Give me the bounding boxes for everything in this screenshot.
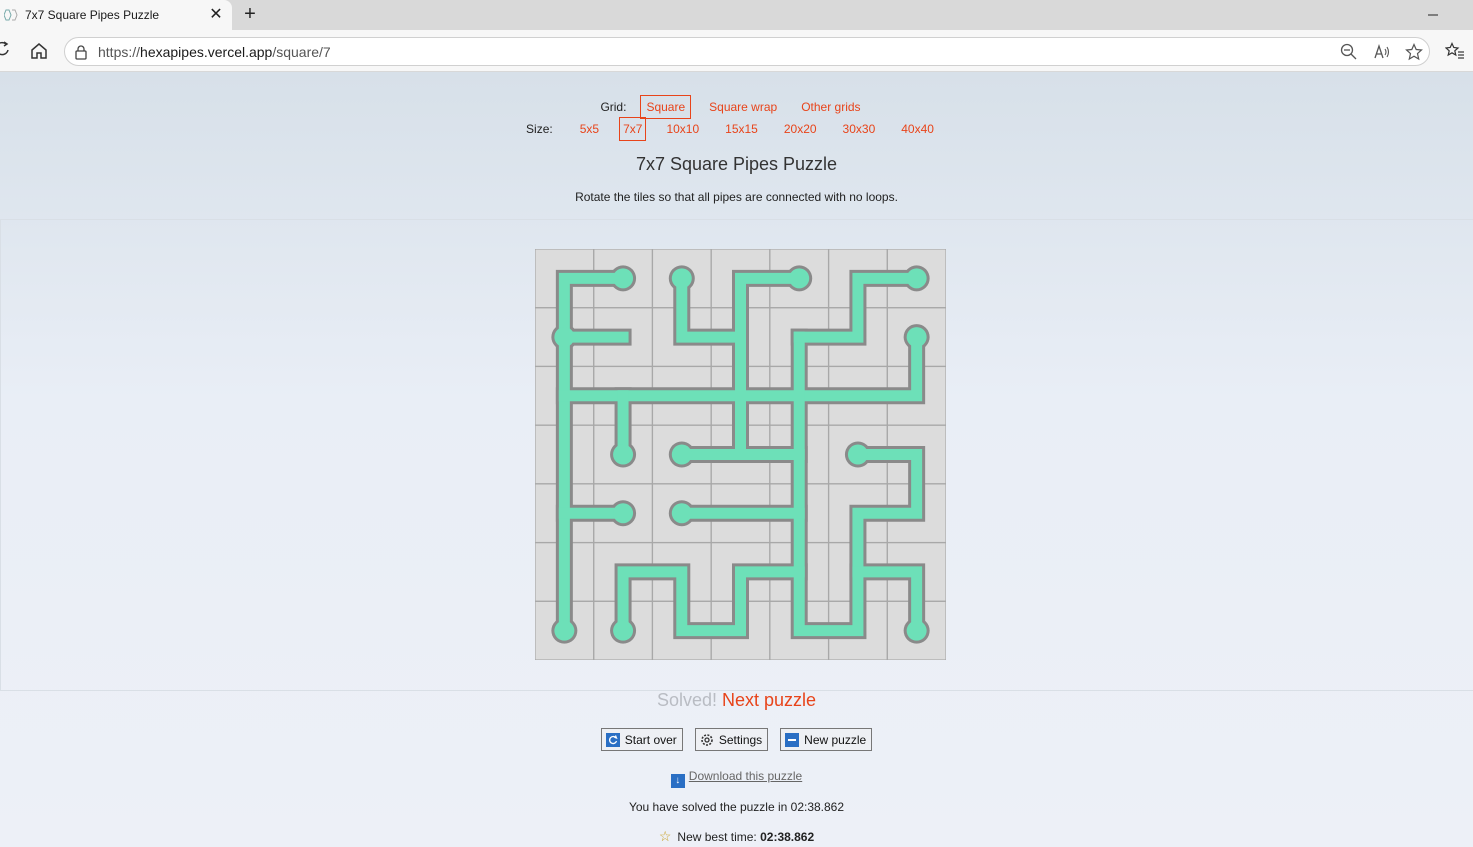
hexagon-favicon-icon — [4, 8, 18, 22]
grid-label: Grid: — [600, 100, 627, 114]
size-label: Size: — [526, 122, 553, 136]
pipe-end — [906, 327, 927, 348]
home-icon[interactable] — [30, 42, 48, 63]
settings-button[interactable]: Settings — [694, 728, 769, 751]
pipe-end — [671, 444, 692, 465]
settings-label: Settings — [718, 732, 763, 747]
pipe-end — [671, 503, 692, 524]
download-puzzle-link[interactable]: Download this puzzle — [689, 769, 802, 783]
best-time-label: New best time: — [677, 830, 757, 844]
lock-icon[interactable] — [74, 44, 88, 63]
size-selector: Size: 5x5 7x7 10x10 15x15 20x20 30x30 40… — [0, 117, 1473, 141]
tab-bar: 7x7 Square Pipes Puzzle ✕ + — [0, 0, 1473, 30]
size-option-20x20[interactable]: 20x20 — [778, 117, 823, 141]
pipe-end — [906, 268, 927, 289]
download-row: ↓ Download this puzzle — [0, 769, 1473, 788]
size-option-5x5[interactable]: 5x5 — [574, 117, 605, 141]
grid-option-square-wrap[interactable]: Square wrap — [703, 95, 783, 119]
puzzle-title: 7x7 Square Pipes Puzzle — [635, 154, 838, 174]
pipe-end — [554, 327, 575, 348]
grid-option-other-grids[interactable]: Other grids — [795, 95, 866, 119]
start-over-button[interactable]: Start over — [600, 728, 683, 751]
size-option-10x10[interactable]: 10x10 — [660, 117, 705, 141]
action-buttons: Start over Settings New puzzle — [0, 728, 1473, 751]
url-field[interactable]: https://hexapipes.vercel.app/square/7 — [64, 37, 1430, 66]
grid-option-square[interactable]: Square — [640, 95, 692, 119]
new-puzzle-icon — [785, 732, 800, 747]
minimize-window-icon[interactable] — [1424, 6, 1442, 24]
pipe-end — [613, 444, 634, 465]
download-icon: ↓ — [670, 774, 685, 788]
gear-icon — [700, 733, 714, 747]
read-aloud-icon[interactable] — [1373, 43, 1391, 64]
new-puzzle-label: New puzzle — [804, 732, 867, 747]
puzzle-instructions: Rotate the tiles so that all pipes are c… — [575, 190, 898, 204]
solve-time-text: You have solved the puzzle in 02:38.862 — [628, 800, 845, 814]
grid-selector: Grid: Square Square wrap Other grids — [0, 95, 1473, 119]
reload-icon[interactable] — [0, 41, 10, 62]
size-option-30x30[interactable]: 30x30 — [837, 117, 882, 141]
pipe-end — [613, 620, 634, 641]
favorite-star-icon[interactable] — [1405, 43, 1423, 64]
pipe-end — [671, 268, 692, 289]
browser-tab[interactable]: 7x7 Square Pipes Puzzle ✕ — [0, 0, 232, 30]
size-option-15x15[interactable]: 15x15 — [719, 117, 764, 141]
size-option-7x7[interactable]: 7x7 — [619, 117, 647, 141]
pipe-end — [906, 620, 927, 641]
close-tab-icon[interactable]: ✕ — [208, 7, 224, 23]
best-time-value: 02:38.862 — [760, 830, 815, 844]
pipe-end — [847, 444, 868, 465]
page-content: Grid: Square Square wrap Other grids Siz… — [0, 72, 1473, 847]
address-bar: https://hexapipes.vercel.app/square/7 — [0, 30, 1473, 72]
size-option-40x40[interactable]: 40x40 — [895, 117, 940, 141]
best-time-row: ☆ New best time: 02:38.862 — [0, 828, 1473, 845]
pipe-end — [613, 268, 634, 289]
favorites-list-icon[interactable] — [1444, 42, 1465, 63]
start-over-label: Start over — [624, 732, 677, 747]
zoom-out-icon[interactable] — [1340, 43, 1358, 64]
url-text: https://hexapipes.vercel.app/square/7 — [98, 44, 331, 60]
pipe-end — [613, 503, 634, 524]
new-tab-plus-icon[interactable]: + — [240, 4, 260, 24]
new-puzzle-button[interactable]: New puzzle — [780, 728, 873, 751]
restart-icon — [605, 732, 620, 747]
tab-title: 7x7 Square Pipes Puzzle — [25, 8, 160, 22]
pipe-end — [554, 620, 575, 641]
puzzle-board[interactable] — [535, 249, 946, 660]
pipe-end — [789, 268, 810, 289]
solved-status: Solved! Next puzzle — [0, 690, 1473, 711]
solved-text: Solved! — [656, 690, 717, 710]
star-icon: ☆ — [658, 828, 672, 844]
next-puzzle-link[interactable]: Next puzzle — [722, 690, 816, 710]
